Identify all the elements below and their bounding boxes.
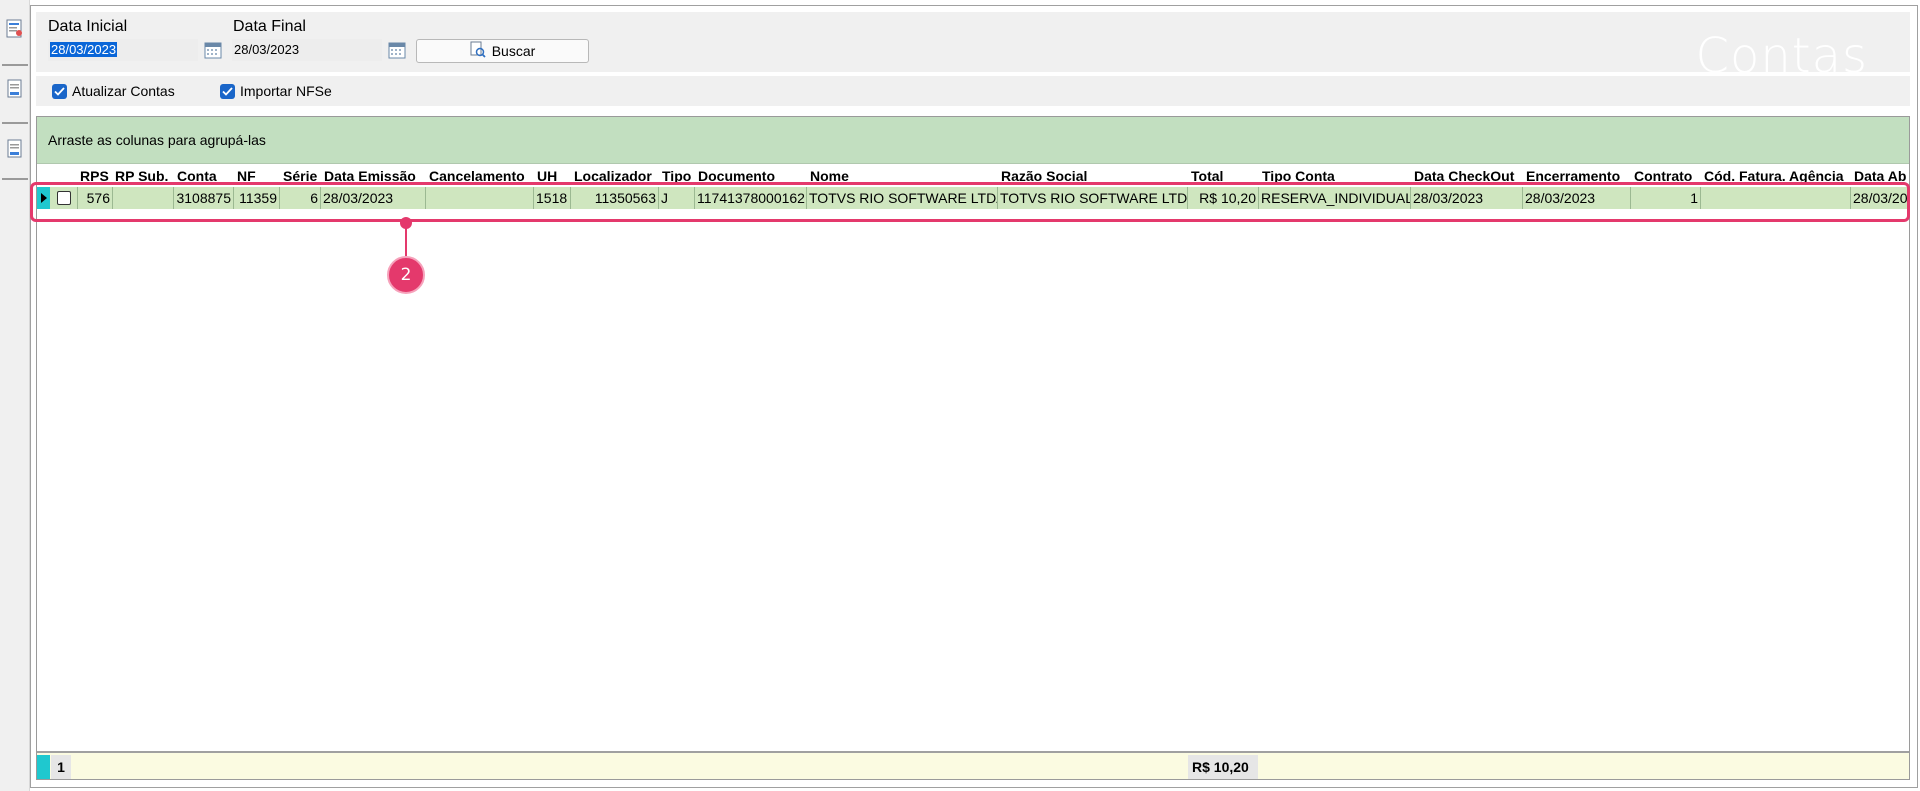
importar-nfse-checkbox[interactable]: Importar NFSe: [220, 83, 332, 99]
left-toolbar: [0, 0, 30, 791]
importar-nfse-label: Importar NFSe: [240, 83, 332, 99]
data-inicial-field[interactable]: 28/03/2023: [48, 39, 198, 61]
filter-panel: Data Inicial 28/03/2023 Data Final 28/03…: [36, 12, 1910, 84]
toolbar-separator: [2, 64, 28, 66]
checkmark-icon[interactable]: [52, 83, 67, 99]
grid-footer-summary: 1 R$ 10,20: [37, 751, 1909, 779]
step-number-badge: 2: [387, 256, 425, 294]
group-by-bar[interactable]: Arraste as colunas para agrupá-las: [37, 117, 1909, 164]
row-highlight-annotation: [30, 182, 1910, 222]
search-document-icon: [470, 41, 486, 62]
atualizar-contas-label: Atualizar Contas: [72, 83, 175, 99]
data-inicial-label: Data Inicial: [48, 18, 128, 35]
invoice-icon[interactable]: [5, 138, 25, 160]
calendar-icon[interactable]: [204, 41, 222, 59]
group-by-hint: Arraste as colunas para agrupá-las: [48, 132, 266, 148]
toolbar-separator: [2, 178, 28, 180]
report-icon[interactable]: [5, 18, 25, 40]
data-final-field[interactable]: 28/03/2023: [232, 39, 382, 61]
document-icon[interactable]: [5, 78, 25, 100]
footer-row-count: 1: [51, 755, 71, 779]
data-final-value[interactable]: 28/03/2023: [234, 42, 299, 57]
buscar-button[interactable]: Buscar: [416, 39, 589, 63]
footer-total: R$ 10,20: [1188, 755, 1258, 779]
options-panel: Atualizar Contas Importar NFSe: [36, 76, 1910, 106]
callout-anchor-dot: [400, 217, 412, 229]
calendar-icon[interactable]: [388, 41, 406, 59]
atualizar-contas-checkbox[interactable]: Atualizar Contas: [52, 83, 175, 99]
toolbar-separator: [2, 122, 28, 124]
data-final-label: Data Final: [233, 18, 306, 35]
buscar-label: Buscar: [491, 43, 536, 59]
footer-selector: [37, 755, 50, 779]
data-inicial-value[interactable]: 28/03/2023: [50, 42, 118, 57]
checkmark-icon[interactable]: [220, 83, 235, 99]
